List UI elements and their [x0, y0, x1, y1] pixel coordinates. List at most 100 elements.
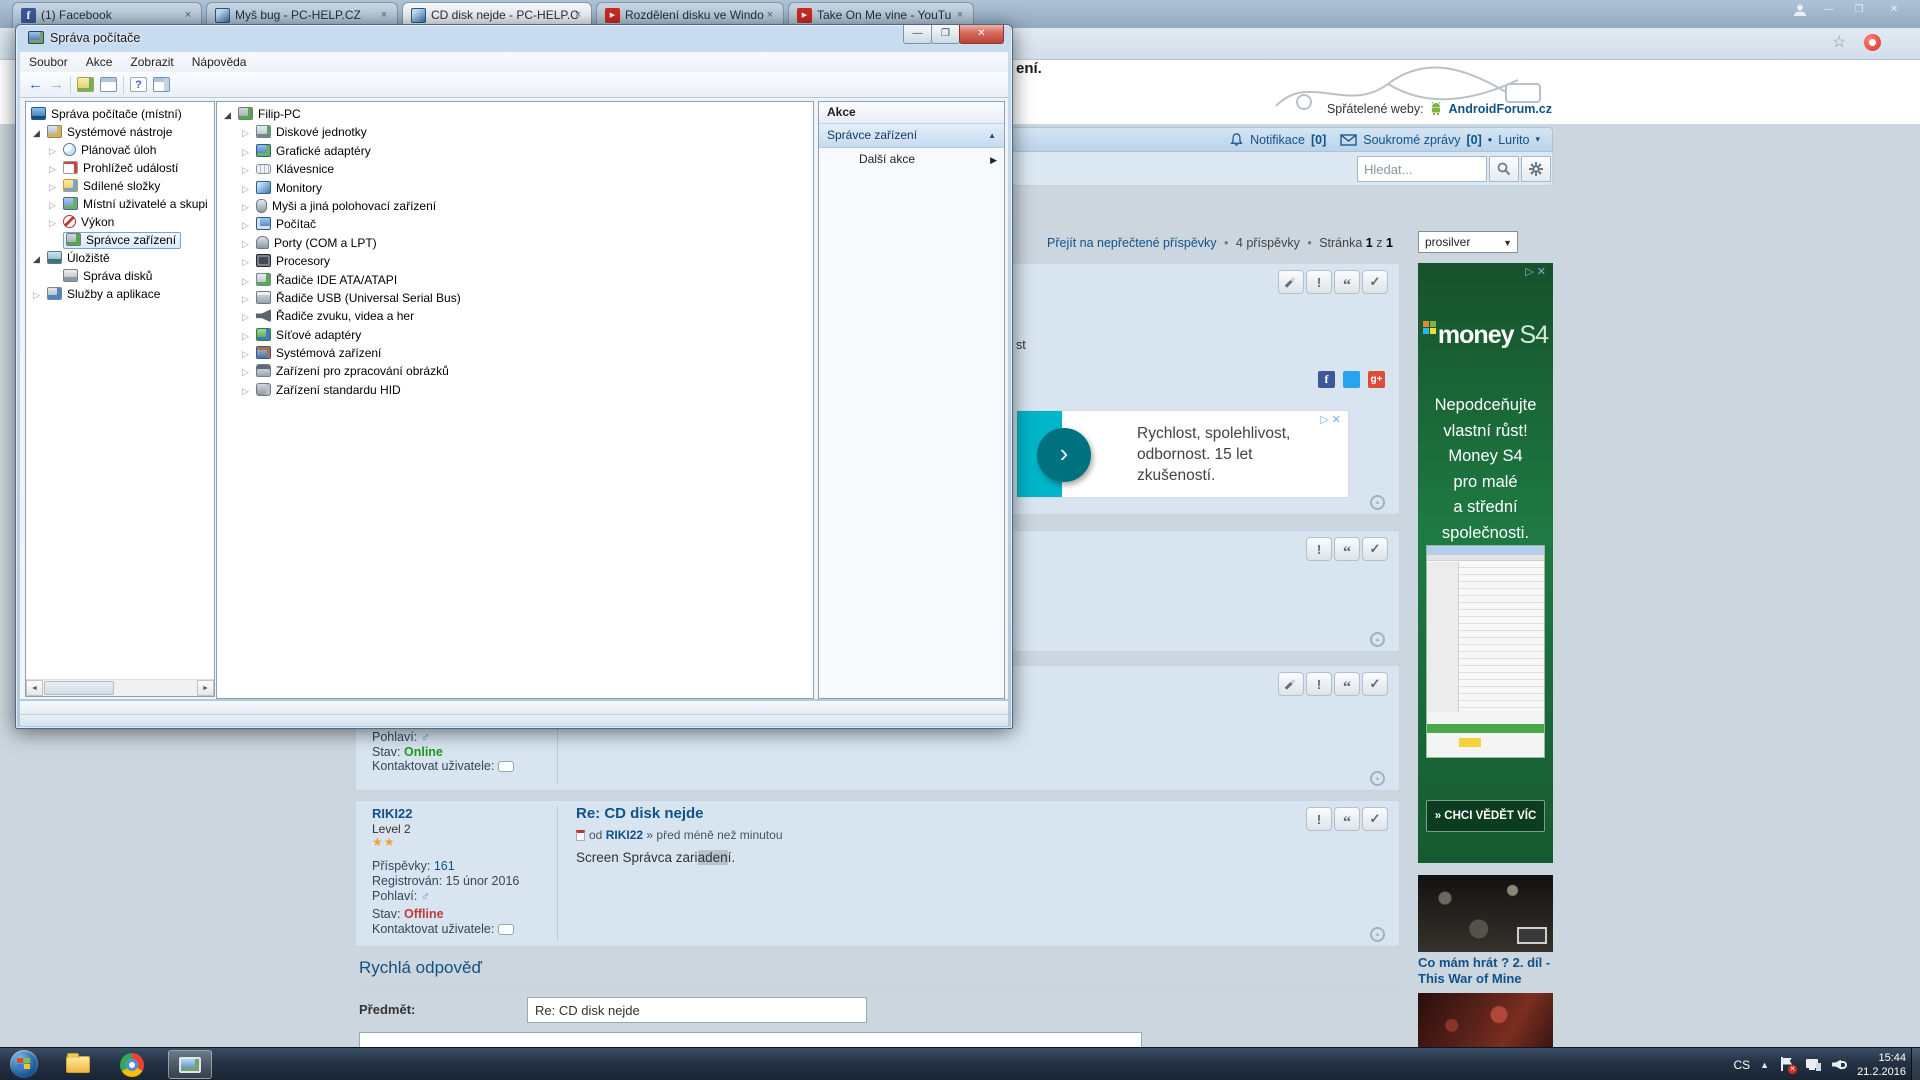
- expander-collapsed-icon[interactable]: [242, 161, 256, 179]
- forward-arrow-icon[interactable]: →: [49, 76, 64, 93]
- window-titlebar[interactable]: Správa počítače — ❐ ✕: [16, 25, 1012, 52]
- expander-collapsed-icon[interactable]: [49, 196, 63, 214]
- minimize-button[interactable]: —: [903, 25, 932, 44]
- game-article-image-1[interactable]: [1418, 875, 1553, 952]
- quote-post-button[interactable]: “: [1334, 537, 1360, 561]
- search-input[interactable]: [1357, 156, 1487, 182]
- inline-ad-banner[interactable]: › Rychlost, spolehlivost, odbornost. 15 …: [1016, 410, 1349, 498]
- profile-avatar-icon[interactable]: [1792, 3, 1808, 17]
- message-bubble-icon[interactable]: [498, 924, 514, 935]
- report-post-button[interactable]: !: [1306, 672, 1332, 696]
- jump-to-unread-link[interactable]: Přejít na nepřečtené příspěvky: [1047, 236, 1217, 250]
- tree-item-prohlizec-udalosti[interactable]: Prohlížeč událostí: [26, 159, 214, 177]
- expander-collapsed-icon[interactable]: [242, 345, 256, 363]
- help-icon[interactable]: ?: [130, 77, 147, 92]
- accept-answer-button[interactable]: ✓: [1362, 807, 1388, 831]
- scroll-right-arrow[interactable]: ►: [197, 680, 214, 696]
- tray-expand-icon[interactable]: ▲: [1760, 1060, 1769, 1070]
- device-mysi[interactable]: Myši a jiná polohovací zařízení: [217, 197, 813, 215]
- scrollbar-thumb[interactable]: [44, 681, 114, 695]
- byline-author[interactable]: RIKI22: [606, 828, 643, 842]
- expander-expanded-icon[interactable]: [33, 250, 47, 268]
- username-menu[interactable]: Lurito: [1498, 133, 1529, 147]
- action-center-flag-icon[interactable]: ✕: [1779, 1057, 1795, 1073]
- menu-napoveda[interactable]: Nápověda: [183, 55, 256, 69]
- tree-item-sdilene-slozky[interactable]: Sdílené složky: [26, 177, 214, 195]
- tab-close-icon[interactable]: [953, 9, 967, 23]
- expander-expanded-icon[interactable]: [33, 124, 47, 142]
- expander-collapsed-icon[interactable]: [242, 235, 256, 253]
- device-root-filip-pc[interactable]: Filip-PC: [217, 105, 813, 123]
- expander-collapsed-icon[interactable]: [49, 142, 63, 160]
- expander-collapsed-icon[interactable]: [242, 308, 256, 326]
- expander-expanded-icon[interactable]: [224, 106, 238, 124]
- game-article-image-2[interactable]: [1418, 993, 1553, 1047]
- bookmark-star-icon[interactable]: ☆: [1832, 32, 1846, 52]
- device-zarizeni-obrazku[interactable]: Zařízení pro zpracování obrázků: [217, 362, 813, 380]
- tree-item-systemove-nastroje[interactable]: Systémové nástroje: [26, 123, 214, 141]
- notifications-link[interactable]: Notifikace: [1250, 133, 1305, 147]
- taskbar-chrome-button[interactable]: [110, 1050, 154, 1079]
- tab-close-icon[interactable]: [377, 9, 391, 23]
- expander-collapsed-icon[interactable]: [242, 216, 256, 234]
- expander-collapsed-icon[interactable]: [242, 363, 256, 381]
- taskbar-computer-management-button[interactable]: [168, 1050, 212, 1079]
- expander-collapsed-icon[interactable]: [242, 180, 256, 198]
- posts-value[interactable]: 161: [434, 859, 455, 873]
- device-sitove-adaptery[interactable]: Síťové adaptéry: [217, 326, 813, 344]
- expander-collapsed-icon[interactable]: [242, 382, 256, 400]
- actions-more-actions[interactable]: Další akce▶: [819, 148, 1004, 172]
- tree-item-sprava-pocitace[interactable]: Správa počítače (místní): [26, 105, 214, 123]
- device-radice-ide[interactable]: Řadiče IDE ATA/ATAPI: [217, 271, 813, 289]
- expander-collapsed-icon[interactable]: [33, 286, 47, 304]
- back-to-top-icon[interactable]: ▴: [1370, 632, 1385, 647]
- speaker-icon[interactable]: [1831, 1057, 1847, 1073]
- money-s4-ad[interactable]: ▷✕ money S4 Nepodceňujte vlastní růst! M…: [1418, 263, 1553, 863]
- window-minimize-button[interactable]: —: [1814, 2, 1844, 18]
- device-systemova-zarizeni[interactable]: Systémová zařízení: [217, 344, 813, 362]
- report-post-button[interactable]: !: [1306, 270, 1332, 294]
- clock[interactable]: 15:4421.2.2016: [1857, 1051, 1906, 1079]
- device-porty[interactable]: Porty (COM a LPT): [217, 234, 813, 252]
- device-radice-zvuku[interactable]: Řadiče zvuku, videa a her: [217, 307, 813, 325]
- report-post-button[interactable]: !: [1306, 807, 1332, 831]
- expander-collapsed-icon[interactable]: [49, 160, 63, 178]
- device-radice-usb[interactable]: Řadiče USB (Universal Serial Bus): [217, 289, 813, 307]
- device-diskove-jednotky[interactable]: Diskové jednotky: [217, 123, 813, 141]
- expander-collapsed-icon[interactable]: [242, 272, 256, 290]
- ad-cta-button[interactable]: » CHCI VĚDĚT VÍC: [1426, 800, 1545, 832]
- menu-akce[interactable]: Akce: [77, 55, 122, 69]
- partner-link[interactable]: AndroidForum.cz: [1449, 102, 1552, 116]
- back-arrow-icon[interactable]: ←: [28, 76, 43, 93]
- horizontal-scrollbar[interactable]: ◄ ►: [26, 679, 214, 696]
- reply-textarea[interactable]: [359, 1032, 1142, 1047]
- twitter-share-icon[interactable]: [1343, 371, 1360, 388]
- expander-collapsed-icon[interactable]: [242, 290, 256, 308]
- report-post-button[interactable]: !: [1306, 537, 1332, 561]
- menu-soubor[interactable]: Soubor: [20, 55, 77, 69]
- network-icon[interactable]: [1805, 1057, 1821, 1073]
- extension-icon[interactable]: [1864, 34, 1881, 51]
- tree-item-sprava-disku[interactable]: Správa disků: [26, 267, 214, 285]
- expander-collapsed-icon[interactable]: [242, 124, 256, 142]
- tree-item-planovac-uloh[interactable]: Plánovač úloh: [26, 141, 214, 159]
- post-author[interactable]: RIKI22: [372, 806, 412, 821]
- tree-item-uloziste[interactable]: Úložiště: [26, 249, 214, 267]
- show-action-pane-icon[interactable]: [153, 77, 170, 92]
- back-to-top-icon[interactable]: ▴: [1370, 927, 1385, 942]
- googleplus-share-icon[interactable]: g+: [1368, 371, 1385, 388]
- expander-collapsed-icon[interactable]: [49, 214, 63, 232]
- taskbar-explorer-button[interactable]: [56, 1050, 100, 1079]
- back-to-top-icon[interactable]: ▴: [1370, 495, 1385, 510]
- device-pocitac[interactable]: Počítač: [217, 215, 813, 233]
- quote-post-button[interactable]: “: [1334, 270, 1360, 294]
- expander-collapsed-icon[interactable]: [242, 327, 256, 345]
- quote-post-button[interactable]: “: [1334, 807, 1360, 831]
- window-close-button[interactable]: ✕: [1874, 2, 1914, 18]
- collapse-arrow-icon[interactable]: ▲: [988, 124, 996, 147]
- language-indicator[interactable]: CS: [1733, 1058, 1750, 1072]
- menu-zobrazit[interactable]: Zobrazit: [121, 55, 182, 69]
- private-messages-link[interactable]: Soukromé zprávy: [1363, 133, 1460, 147]
- close-button[interactable]: ✕: [959, 25, 1004, 44]
- tree-item-spravce-zarizeni[interactable]: Správce zařízení: [26, 231, 214, 249]
